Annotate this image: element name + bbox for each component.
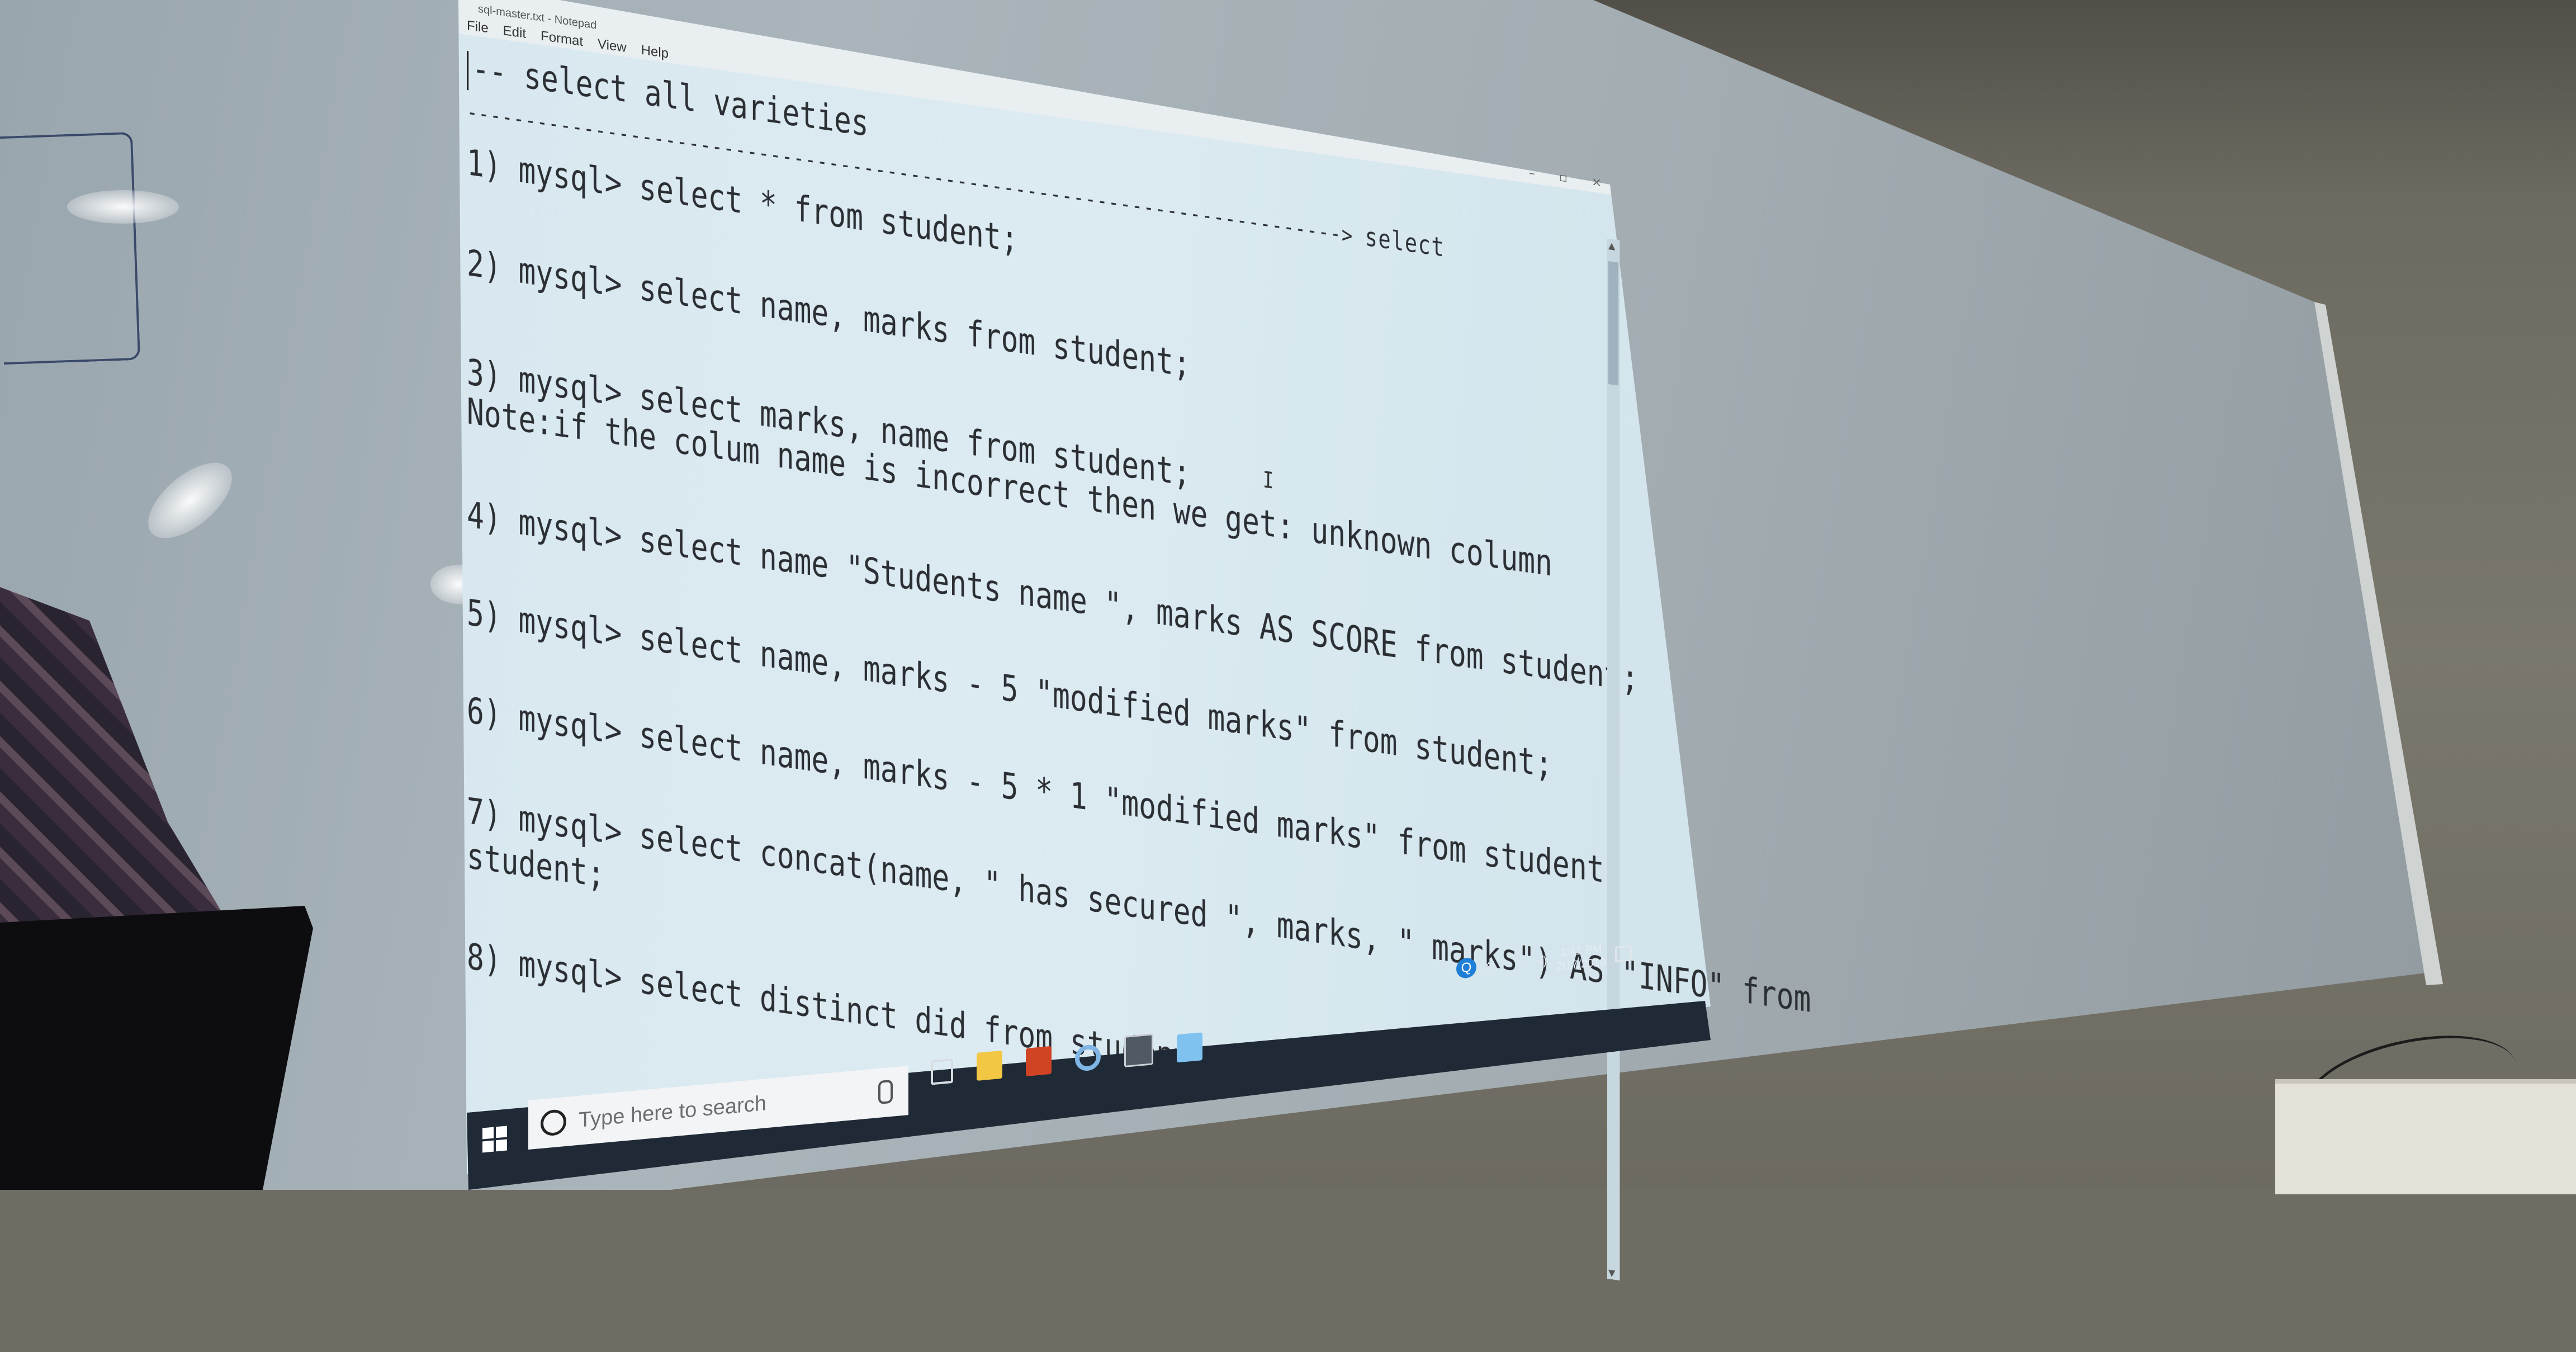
windows-icon[interactable] xyxy=(482,1126,507,1153)
editor-line: 4) mysql> select name "Students name ", … xyxy=(467,494,1639,701)
menu-edit[interactable]: Edit xyxy=(503,23,526,43)
editor-line: 2) mysql> select name, marks from studen… xyxy=(467,243,1191,386)
settings-icon[interactable] xyxy=(1075,1043,1101,1072)
menu-file[interactable]: File xyxy=(467,18,489,37)
text-caret xyxy=(467,51,469,91)
task-view-icon[interactable] xyxy=(931,1058,953,1085)
search-placeholder: Type here to search xyxy=(579,1091,766,1132)
window-controls[interactable]: – ▫ × xyxy=(1529,166,1612,192)
menu-view[interactable]: View xyxy=(598,36,627,57)
chevron-up-icon[interactable]: ^ xyxy=(1502,957,1507,972)
whiteboard-marker-box xyxy=(0,131,141,365)
scroll-up-arrow-icon[interactable]: ▲ xyxy=(1608,240,1615,252)
scroll-thumb[interactable] xyxy=(1608,261,1618,386)
tray-app-icon[interactable]: Q xyxy=(1456,957,1476,979)
terminal-icon[interactable] xyxy=(1124,1033,1153,1067)
laptop xyxy=(0,906,313,1190)
people-icon[interactable]: ጰ xyxy=(1485,958,1493,973)
wall-cabinet xyxy=(2275,1079,2576,1194)
editor-line: 5) mysql> select name, marks - 5 "modifi… xyxy=(467,592,1552,786)
pinned-apps xyxy=(931,1029,1202,1085)
arrow-label: select xyxy=(1365,221,1445,263)
microphone-icon[interactable] xyxy=(878,1079,893,1105)
scroll-down-arrow-icon[interactable]: ▼ xyxy=(1608,1267,1615,1279)
volume-icon[interactable]: ◂) xyxy=(1537,953,1547,969)
editor-line: 6) mysql> select name, marks - 5 * 1 "mo… xyxy=(467,690,1622,894)
network-icon[interactable]: ▭ xyxy=(1516,955,1528,971)
light-glare xyxy=(67,190,179,224)
file-explorer-icon[interactable] xyxy=(977,1050,1002,1081)
notepad-icon[interactable] xyxy=(1177,1032,1202,1063)
vertical-scrollbar[interactable]: ▲ ▼ xyxy=(1607,238,1620,1280)
powerpoint-icon[interactable] xyxy=(1026,1046,1052,1076)
tray-clock[interactable]: 1:41 PM 2/17/2019 xyxy=(1556,942,1606,973)
menu-format[interactable]: Format xyxy=(541,29,583,51)
mouse-ibeam-icon: I xyxy=(1263,467,1274,494)
menu-help[interactable]: Help xyxy=(641,42,669,63)
cortana-icon xyxy=(541,1108,566,1137)
notification-icon[interactable] xyxy=(1614,945,1632,963)
